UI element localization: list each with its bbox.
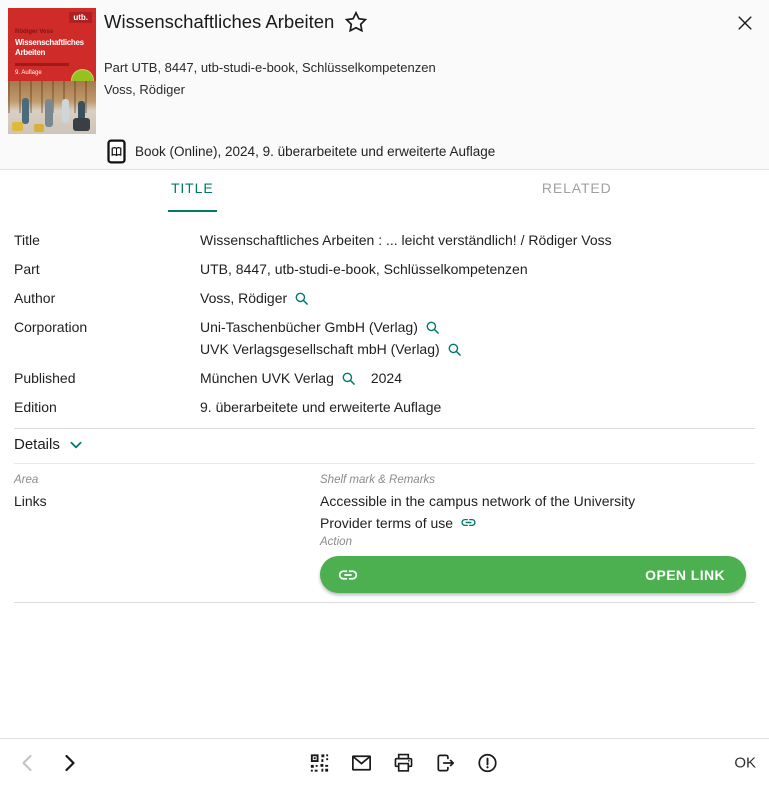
print-icon [392,752,415,775]
item-header: utb. Rödiger Voss Wissenschaftliches Arb… [0,0,769,170]
table-row: Published München UVK Verlag 2024 [14,368,755,389]
corporation-search-button[interactable] [447,342,462,357]
published-year: 2024 [371,368,402,389]
record-tabs: TITLE RELATED [0,171,769,212]
record-title: Wissenschaftliches Arbeiten [104,11,334,33]
search-icon [341,371,356,386]
cover-photo-figure [62,99,69,123]
field-value: UTB, 8447, utb-studi-e-book, Schlüsselko… [200,259,528,280]
tab-title-label: TITLE [168,180,217,212]
field-value: UVK Verlagsgesellschaft mbH (Verlag) [200,339,440,360]
cover-photo-figure [45,99,53,127]
cover-author: Rödiger Voss [15,29,53,35]
book-cover: utb. Rödiger Voss Wissenschaftliches Arb… [8,8,96,134]
export-icon [434,752,457,775]
utb-logo: utb. [69,12,92,23]
prev-icon [16,751,40,775]
details-chevron-icon [68,437,84,453]
ok-button[interactable]: OK [734,755,756,772]
search-icon [425,320,440,335]
cover-photo [8,81,96,134]
tab-related-label: RELATED [539,180,615,212]
open-link-button[interactable]: OPEN LINK [320,556,746,593]
cover-edition: 9. Auflage [15,70,42,76]
details-expander-label: Details [14,436,60,453]
field-label: Published [14,368,200,389]
bottom-toolbar: OK [0,738,769,787]
field-label: Part [14,259,200,280]
link-icon [337,564,359,586]
cover-subtitle-bar [15,63,69,66]
next-record-button[interactable] [57,751,81,775]
table-row: Part UTB, 8447, utb-studi-e-book, Schlüs… [14,259,755,280]
area-value: Links [14,493,47,509]
favorite-button[interactable] [344,10,368,34]
field-label: Edition [14,397,200,418]
provider-terms-text: Provider terms of use [320,515,453,531]
email-icon [350,752,373,775]
divider [14,463,755,464]
previous-record-button[interactable] [16,751,40,775]
favorite-icon [344,10,368,34]
print-button[interactable] [392,752,415,775]
divider [14,428,755,429]
record-part-line: Part UTB, 8447, utb-studi-e-book, Schlüs… [104,60,436,75]
field-value: Uni-Taschenbücher GmbH (Verlag) [200,317,418,338]
table-row: Author Voss, Rödiger [14,288,755,309]
corporation-search-button[interactable] [425,320,440,335]
search-icon [447,342,462,357]
record-details-table: Title Wissenschaftliches Arbeiten : ... … [14,230,755,426]
email-button[interactable] [350,752,373,775]
info-icon [476,752,499,775]
search-icon [294,291,309,306]
ebook-icon [107,139,126,164]
divider [14,602,755,603]
record-author-line: Voss, Rödiger [104,82,185,97]
field-value: 9. überarbeitete und erweiterte Auflage [200,397,441,418]
close-button[interactable] [731,9,759,37]
open-link-label: OPEN LINK [645,567,725,583]
field-value: München UVK Verlag [200,368,334,389]
format-line: Book (Online), 2024, 9. überarbeitete un… [135,144,495,159]
field-label: Author [14,288,200,309]
area-label: Area [14,474,38,486]
close-icon [735,13,755,33]
table-row: Title Wissenschaftliches Arbeiten : ... … [14,230,755,251]
cover-photo-chair [12,122,23,131]
tab-title[interactable]: TITLE [0,171,385,212]
author-search-button[interactable] [294,291,309,306]
next-icon [57,751,81,775]
export-button[interactable] [434,752,457,775]
provider-terms-link[interactable]: Provider terms of use [320,514,477,531]
field-value: Voss, Rödiger [200,288,287,309]
action-label: Action [320,536,352,548]
cover-photo-figure [22,98,29,124]
qr-code-button[interactable] [308,752,331,775]
cover-photo-chair [34,124,44,132]
field-value: Wissenschaftliches Arbeiten : ... leicht… [200,230,612,251]
table-row: Corporation Uni-Taschenbücher GmbH (Verl… [14,317,755,360]
qr-code-icon [308,752,331,775]
remarks-label: Shelf mark & Remarks [320,474,435,486]
field-label: Title [14,230,200,251]
remarks-text: Accessible in the campus network of the … [320,493,635,509]
table-row: Edition 9. überarbeitete und erweiterte … [14,397,755,418]
cover-photo-armchair [73,118,90,131]
info-button[interactable] [476,752,499,775]
details-expander[interactable]: Details [14,436,84,453]
field-label: Corporation [14,317,200,360]
cover-title: Wissenschaftliches Arbeiten [15,38,93,58]
published-search-button[interactable] [341,371,356,386]
link-icon [460,514,477,531]
tab-related[interactable]: RELATED [385,171,769,212]
